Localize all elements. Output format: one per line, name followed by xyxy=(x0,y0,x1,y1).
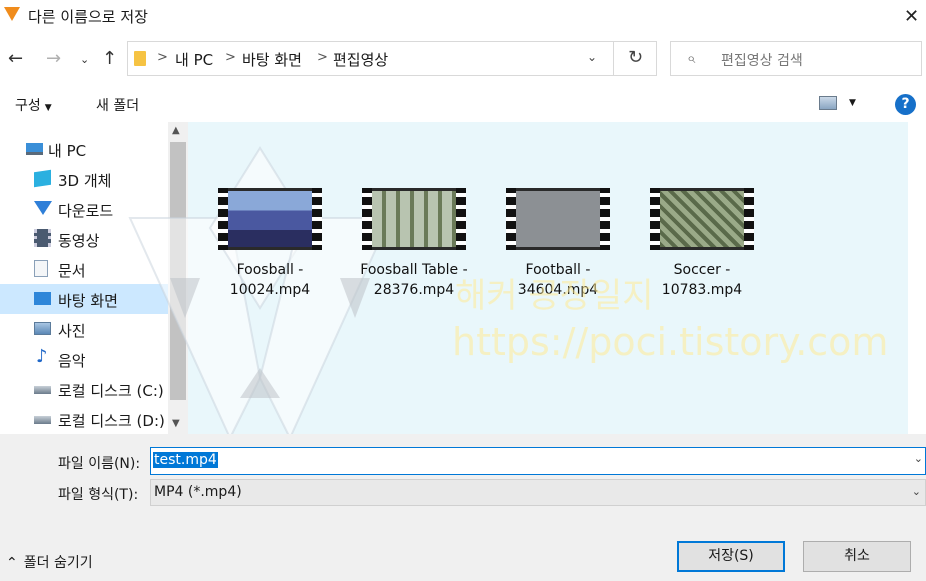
search-icon: ⌕ xyxy=(687,49,696,67)
chevron-up-icon: ⌃ xyxy=(6,555,18,571)
chevron-down-icon[interactable]: ⌄ xyxy=(914,452,923,465)
refresh-icon: ↻ xyxy=(628,47,644,68)
filename-input[interactable]: test.mp4 ⌄ xyxy=(150,447,926,475)
recent-locations-chevron-icon[interactable]: ⌄ xyxy=(80,53,89,66)
breadcrumb-separator-icon: > xyxy=(317,50,328,65)
sidebar-item-label: 내 PC xyxy=(48,142,87,160)
file-item[interactable]: Soccer -10783.mp4 xyxy=(642,188,762,298)
organize-label: 구성 xyxy=(15,98,41,114)
breadcrumb-separator-icon: > xyxy=(225,50,236,65)
chevron-down-icon: ⌄ xyxy=(911,485,921,498)
film-icon xyxy=(34,229,51,247)
sidebar-item-label: 바탕 화면 xyxy=(58,292,118,310)
sidebar-item-label: 사진 xyxy=(58,322,86,340)
address-dropdown-icon[interactable]: ⌄ xyxy=(587,50,597,64)
hide-folders-label: 폴더 숨기기 xyxy=(23,555,93,571)
change-view-icon[interactable] xyxy=(819,96,837,110)
filename-value: test.mp4 xyxy=(153,452,218,468)
search-placeholder: 편집영상 검색 xyxy=(721,53,803,69)
sidebar-item-label: 음악 xyxy=(58,352,86,370)
document-icon xyxy=(34,260,48,277)
drive-c-icon xyxy=(34,386,51,394)
video-thumbnail-icon xyxy=(362,188,466,250)
hide-folders-button[interactable]: ⌃ 폴더 숨기기 xyxy=(6,552,93,572)
sidebar-item-label: 3D 개체 xyxy=(58,172,112,190)
music-icon: ♪ xyxy=(36,346,48,367)
view-options-caret-icon[interactable]: ▼ xyxy=(849,98,856,108)
drive-d-icon xyxy=(34,416,51,424)
desktop-icon xyxy=(34,292,51,305)
address-bar[interactable]: > 내 PC > 바탕 화면 > 편집영상 ⌄ xyxy=(127,41,614,76)
filetype-select[interactable]: MP4 (*.mp4) ⌄ xyxy=(150,479,926,506)
sidebar-item-label: 동영상 xyxy=(58,232,100,250)
new-folder-button[interactable]: 새 폴더 xyxy=(96,95,139,115)
forward-arrow-icon[interactable]: → xyxy=(46,48,61,69)
cube-icon xyxy=(34,169,51,188)
breadcrumb-current-folder[interactable]: 편집영상 xyxy=(333,49,388,70)
help-icon[interactable]: ? xyxy=(895,94,916,115)
breadcrumb-desktop[interactable]: 바탕 화면 xyxy=(242,49,302,70)
save-button[interactable]: 저장(S) xyxy=(677,541,785,572)
filetype-value: MP4 (*.mp4) xyxy=(154,484,242,500)
back-arrow-icon[interactable]: ← xyxy=(8,48,23,69)
computer-icon xyxy=(26,143,43,155)
sidebar-item-label: 다운로드 xyxy=(58,202,114,220)
app-icon xyxy=(4,7,20,21)
watermark-url: https://poci.tistory.com xyxy=(452,320,889,364)
file-item[interactable]: Foosball -10024.mp4 xyxy=(210,188,330,298)
video-thumbnail-icon xyxy=(218,188,322,250)
breadcrumb-my-pc[interactable]: 내 PC xyxy=(175,49,213,70)
thumbnail-frame xyxy=(660,191,744,247)
cancel-button[interactable]: 취소 xyxy=(803,541,911,572)
watermark-title: 해커 공장일지 xyxy=(455,276,654,316)
up-arrow-icon[interactable]: ↑ xyxy=(102,48,117,69)
window-title: 다른 이름으로 저장 xyxy=(28,8,148,26)
download-icon xyxy=(34,201,52,215)
pictures-icon xyxy=(34,322,51,335)
organize-button[interactable]: 구성 ▼ xyxy=(15,95,52,115)
filename-label: 파일 이름(N): xyxy=(58,456,141,472)
video-thumbnail-icon xyxy=(506,188,610,250)
thumbnail-frame xyxy=(372,191,456,247)
video-thumbnail-icon xyxy=(650,188,754,250)
caret-down-icon: ▼ xyxy=(44,103,52,113)
filetype-label: 파일 형식(T): xyxy=(58,487,139,503)
file-name: Foosball -10024.mp4 xyxy=(229,262,311,298)
thumbnail-frame xyxy=(228,191,312,247)
refresh-button[interactable]: ↻ xyxy=(614,41,657,76)
search-input[interactable]: ⌕ 편집영상 검색 xyxy=(670,41,922,76)
sidebar-item-label: 문서 xyxy=(58,262,86,280)
folder-icon xyxy=(134,51,146,66)
thumbnail-frame xyxy=(516,191,600,247)
breadcrumb-separator-icon: > xyxy=(157,50,168,65)
close-icon[interactable]: ✕ xyxy=(904,6,919,27)
